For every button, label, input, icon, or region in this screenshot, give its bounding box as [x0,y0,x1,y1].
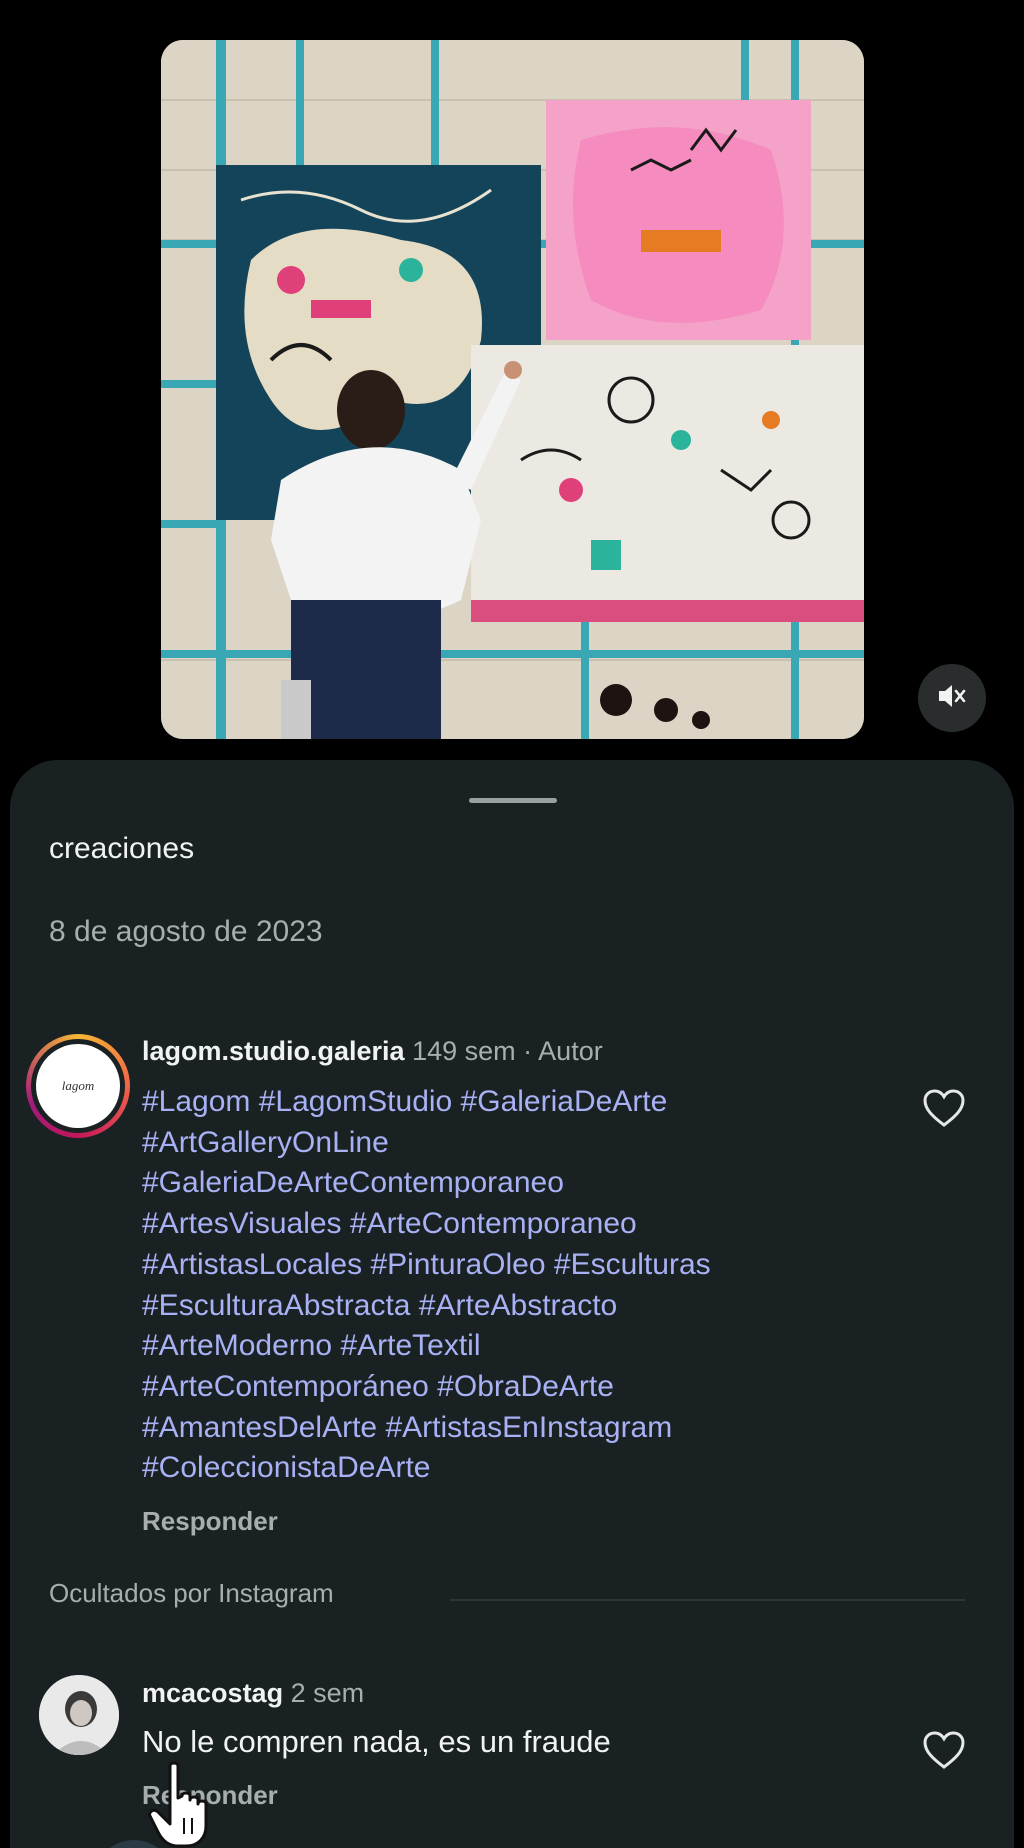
hashtag-line[interactable]: #EsculturaAbstracta #ArteAbstracto [142,1286,902,1327]
heart-icon[interactable] [922,1730,966,1770]
comment-time: 2 sem [290,1678,365,1708]
hidden-comments-label[interactable]: Ocultados por Instagram [49,1578,334,1609]
comment-time: 149 sem [412,1036,516,1066]
reply-button[interactable]: Responder [142,1506,278,1537]
hashtag-line[interactable]: #ColeccionistaDeArte [142,1448,902,1489]
hashtag-line[interactable]: #ArteContemporáneo #ObraDeArte [142,1367,902,1408]
lagom-logo: lagom [36,1044,120,1128]
comment-header: mcacostag 2 sem [142,1678,364,1709]
author-badge: Autor [538,1036,603,1066]
screen: creaciones 8 de agosto de 2023 lagom lag… [0,0,1024,1848]
mute-button[interactable] [918,664,986,732]
post-video[interactable] [161,40,864,739]
meta-separator: · [523,1036,533,1066]
hashtag-line[interactable]: #ArtGalleryOnLine [142,1123,902,1164]
hashtag-line[interactable]: #GaleriaDeArteContemporaneo [142,1163,902,1204]
avatar-photo [39,1675,119,1755]
comments-sheet: creaciones 8 de agosto de 2023 lagom lag… [10,760,1014,1848]
user-avatar[interactable] [39,1675,119,1755]
hashtag-line[interactable]: #ArteModerno #ArteTextil [142,1326,902,1367]
speaker-muted-icon [937,682,967,715]
hand-cursor-icon [148,1760,228,1848]
comment-username[interactable]: lagom.studio.galeria [142,1036,405,1066]
comment-header: lagom.studio.galeria 149 sem · Autor [142,1036,603,1067]
comment-username[interactable]: mcacostag [142,1678,283,1708]
drag-handle[interactable] [469,798,557,803]
hidden-divider [450,1599,965,1601]
post-caption: creaciones [49,832,195,865]
comment-hashtags: #Lagom #LagomStudio #GaleriaDeArte #ArtG… [142,1082,902,1489]
painting-scene-image [161,40,864,739]
hashtag-line[interactable]: #ArtistasLocales #PinturaOleo #Escultura… [142,1245,902,1286]
author-avatar[interactable]: lagom [26,1034,130,1138]
heart-icon[interactable] [922,1088,966,1128]
hashtag-line[interactable]: #ArtesVisuales #ArteContemporaneo [142,1204,902,1245]
hashtag-line[interactable]: #Lagom #LagomStudio #GaleriaDeArte [142,1082,902,1123]
hashtag-line[interactable]: #AmantesDelArte #ArtistasEnInstagram [142,1408,902,1449]
post-date: 8 de agosto de 2023 [49,915,323,948]
comment-text: No le compren nada, es un fraude [142,1724,611,1759]
